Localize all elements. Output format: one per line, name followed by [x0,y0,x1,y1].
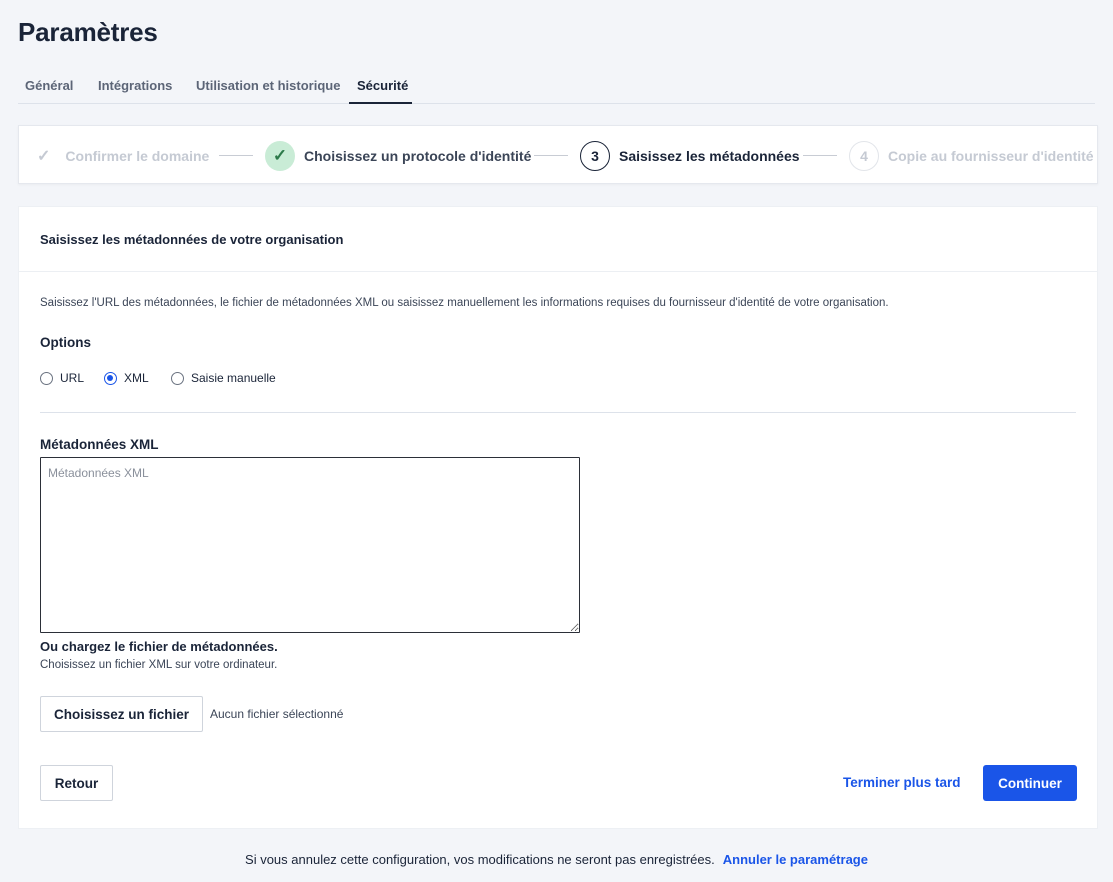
radio-button[interactable] [40,371,53,385]
choose-file-button[interactable]: Choisissez un fichier [40,696,203,732]
footer-notice: Si vous annulez cette configuration, vos… [0,852,1113,867]
step-connector [534,155,568,156]
xml-metadata-label: Métadonnées XML [40,437,159,452]
setup-stepper: ✓ Confirmer le domaine ✓ Choisissez un p… [18,125,1098,184]
step-confirm-domain: ✓ Confirmer le domaine [37,126,210,183]
options-label: Options [40,335,91,350]
tab-usage-history[interactable]: Utilisation et historique [196,78,340,93]
radio-label: XML [124,371,149,385]
step-label: Saisissez les métadonnées [619,147,800,164]
metadata-card: Saisissez les métadonnées de votre organ… [18,206,1098,829]
step-number: 4 [849,140,879,171]
radio-manual-entry[interactable]: Saisie manuelle [171,371,276,385]
check-icon: ✓ [265,140,295,171]
upload-subtitle: Choisissez un fichier XML sur votre ordi… [40,659,278,671]
form-description: Saisissez l'URL des métadonnées, le fich… [40,297,889,309]
radio-button[interactable] [171,371,184,385]
radio-button-selected[interactable] [104,371,117,385]
back-button[interactable]: Retour [40,765,113,801]
divider [40,412,1076,413]
continue-button[interactable]: Continuer [983,765,1077,801]
radio-label: Saisie manuelle [191,371,276,385]
radio-url[interactable]: URL [40,371,84,385]
radio-xml[interactable]: XML [104,371,149,385]
file-status: Aucun fichier sélectionné [210,707,344,721]
step-label: Choisissez un protocole d'identité [304,147,532,164]
tab-security[interactable]: Sécurité [357,78,408,93]
settings-tabs: Général Intégrations Utilisation et hist… [18,68,1095,104]
footer-message: Si vous annulez cette configuration, vos… [245,852,715,867]
step-label: Confirmer le domaine [65,147,210,164]
step-enter-metadata: 3 Saisissez les métadonnées [580,126,800,183]
card-header: Saisissez les métadonnées de votre organ… [19,207,1097,272]
step-connector [803,155,837,156]
upload-title: Ou chargez le fichier de métadonnées. [40,639,278,654]
card-title: Saisissez les métadonnées de votre organ… [40,232,344,247]
step-number: 3 [580,140,610,171]
tab-general[interactable]: Général [25,78,73,93]
cancel-setup-link[interactable]: Annuler le paramétrage [723,852,868,867]
page-title: Paramètres [18,17,158,47]
finish-later-link[interactable]: Terminer plus tard [843,775,961,790]
check-icon: ✓ [37,147,51,165]
tab-integrations[interactable]: Intégrations [98,78,172,93]
step-label: Copie au fournisseur d'identité [888,147,1094,164]
step-identity-protocol: ✓ Choisissez un protocole d'identité [265,126,532,183]
xml-metadata-textarea[interactable] [40,457,580,633]
step-copy-to-idp: 4 Copie au fournisseur d'identité [849,126,1094,183]
radio-label: URL [60,371,85,385]
step-connector [219,155,253,156]
active-tab-indicator [349,102,412,104]
